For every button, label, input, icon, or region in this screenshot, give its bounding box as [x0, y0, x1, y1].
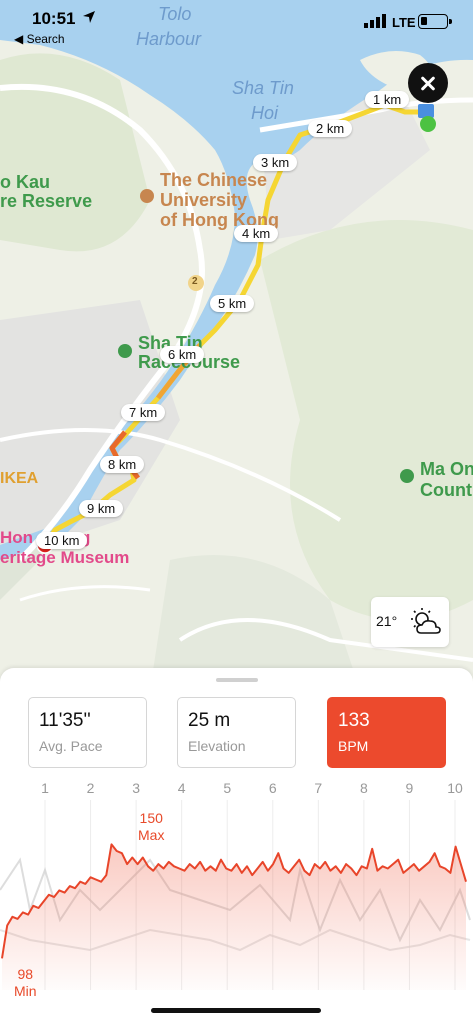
km-tick-7: 7	[314, 780, 323, 796]
map-label-museum: Hon	[0, 528, 34, 547]
km-marker-1: 1 km	[365, 91, 410, 108]
km-tick-1: 1	[41, 780, 49, 796]
max-marker: 150 Max	[138, 810, 164, 844]
battery-icon	[418, 14, 452, 29]
map-label-ma-on-2: Count	[420, 480, 472, 500]
clock: 10:51	[32, 9, 76, 28]
bpm-label: BPM	[338, 738, 369, 754]
pace-value: 11'35''	[39, 710, 91, 731]
route-shield-label: 2	[192, 276, 198, 287]
status-bar: 10:51 ◀ Search LTE	[0, 0, 473, 50]
elevation-card[interactable]: 25 m Elevation	[177, 697, 296, 768]
map-label-ma-on: Ma On	[420, 459, 473, 479]
network-type: LTE	[392, 15, 416, 30]
km-tick-2: 2	[86, 780, 95, 796]
map-label-ma-on-shan-kau: o Kau	[0, 172, 51, 192]
map-label-hoi: Hoi	[251, 103, 279, 123]
elevation-value: 25 m	[188, 710, 231, 731]
elevation-label: Elevation	[188, 738, 246, 754]
km-marker-8: 8 km	[100, 456, 145, 473]
back-label: Search	[26, 32, 65, 46]
map-label-cuhk-2: University	[160, 190, 248, 210]
map-label-museum-2: eritage Museum	[0, 548, 130, 567]
heart-rate-chart	[0, 800, 471, 990]
min-marker: 98 Min	[14, 966, 37, 1000]
km-marker-7: 7 km	[121, 404, 166, 421]
weather-badge: 21°	[371, 597, 449, 647]
min-label: Min	[14, 983, 37, 999]
close-button[interactable]	[408, 63, 448, 103]
km-tick-9: 9	[405, 780, 414, 796]
km-tick-5: 5	[223, 780, 232, 796]
km-marker-2: 2 km	[308, 120, 353, 137]
home-indicator	[151, 1008, 321, 1013]
heart-rate-card[interactable]: 133 BPM	[327, 697, 446, 768]
temperature: 21°	[376, 613, 398, 629]
map-label-cuhk: The Chinese	[160, 170, 268, 190]
km-tick-6: 6	[268, 780, 277, 796]
location-arrow-icon	[83, 11, 95, 23]
signal-icon	[364, 14, 386, 28]
pace-card[interactable]: 11'35'' Avg. Pace	[28, 697, 147, 768]
sheet-grabber[interactable]	[216, 678, 258, 682]
km-tick-10: 10	[447, 780, 463, 796]
min-value: 98	[17, 966, 34, 982]
km-marker-6: 6 km	[160, 346, 205, 363]
km-tick-8: 8	[359, 780, 368, 796]
km-marker-4: 4 km	[234, 225, 279, 242]
route-map[interactable]: Tolo Harbour Sha Tin Hoi o Kau re Reserv…	[0, 0, 473, 690]
map-label-shatin-hoi: Sha Tin	[232, 78, 294, 98]
back-to-search-link[interactable]: ◀ Search	[14, 32, 65, 46]
km-marker-10: 10 km	[36, 532, 88, 549]
max-value: 150	[139, 810, 163, 826]
km-tick-3: 3	[132, 780, 141, 796]
map-label-ikea: IKEA	[0, 470, 39, 487]
max-label: Max	[138, 827, 165, 843]
pace-label: Avg. Pace	[39, 738, 103, 754]
map-label-reserve: re Reserve	[0, 191, 93, 211]
bpm-value: 133	[338, 710, 370, 731]
km-marker-3: 3 km	[253, 154, 298, 171]
km-marker-9: 9 km	[79, 500, 124, 517]
km-marker-5: 5 km	[210, 295, 255, 312]
km-tick-4: 4	[177, 780, 186, 796]
partly-cloudy-icon	[411, 608, 441, 634]
